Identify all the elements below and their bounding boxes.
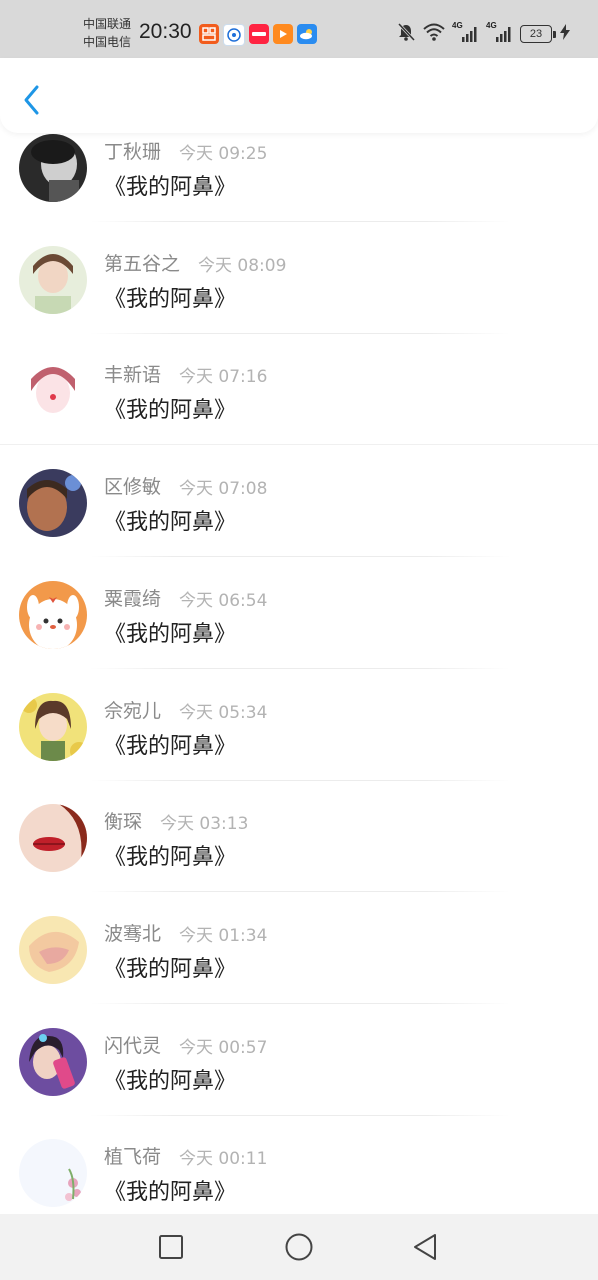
message-time: 今天 07:16 [179,367,268,388]
header-bar [0,58,598,133]
back-nav-button[interactable] [408,1230,442,1264]
avatar[interactable] [19,1139,87,1208]
video-icon [273,24,293,44]
charging-icon [560,24,570,44]
message-list[interactable]: 丁秋珊 今天 09:25 《我的阿鼻》 第五谷之 今天 08:09 《我的阿鼻》 [0,133,598,1214]
divider [90,1002,510,1004]
carrier-info: 中国联通 中国电信 [83,15,131,51]
list-item[interactable]: 丰新语 今天 07:16 《我的阿鼻》 [0,356,598,468]
system-status-icons: 4G 4G 23 [396,21,570,46]
message-text: 《我的阿鼻》 [104,510,237,536]
sender-name: 衡琛 [104,811,143,834]
divider [90,332,510,334]
avatar[interactable] [19,357,87,426]
home-button[interactable] [282,1230,316,1264]
message-time: 今天 05:34 [179,702,268,723]
signal-1-icon: 4G [452,21,480,44]
avatar[interactable] [19,804,87,873]
message-time: 今天 06:54 [179,590,268,611]
avatar[interactable] [19,1027,87,1096]
divider [90,556,510,558]
sender-name: 粟霞绮 [104,587,162,610]
list-item[interactable]: 佘宛儿 今天 05:34 《我的阿鼻》 [0,692,598,804]
avatar[interactable] [19,580,87,649]
message-time: 今天 03:13 [160,814,249,835]
message-time: 今天 07:08 [179,479,268,500]
list-item[interactable]: 衡琛 今天 03:13 《我的阿鼻》 [0,803,598,915]
list-item[interactable]: 丁秋珊 今天 09:25 《我的阿鼻》 [0,133,598,245]
chevron-left-icon [24,85,39,115]
message-time: 今天 09:25 [179,144,268,164]
avatar[interactable] [19,469,87,538]
avatar[interactable] [19,915,87,984]
circle-icon [285,1233,313,1261]
message-text: 《我的阿鼻》 [104,175,237,200]
sender-name: 丁秋珊 [104,141,162,163]
message-time: 今天 08:09 [198,255,287,276]
list-item[interactable]: 区修敏 今天 07:08 《我的阿鼻》 [0,468,598,580]
carrier-2: 中国电信 [83,35,132,49]
xiaohongshu-icon [249,24,269,44]
divider [90,779,510,781]
status-time: 20:30 [139,20,192,43]
list-item[interactable]: 第五谷之 今天 08:09 《我的阿鼻》 [0,245,598,357]
message-text: 《我的阿鼻》 [104,956,237,982]
wifi-icon [422,22,446,46]
mute-bell-icon [396,22,416,46]
triangle-back-icon [414,1234,436,1260]
message-text: 《我的阿鼻》 [104,845,237,871]
divider [90,667,510,669]
avatar[interactable] [19,692,87,761]
message-text: 《我的阿鼻》 [104,398,237,424]
message-text: 《我的阿鼻》 [104,1180,237,1206]
square-icon [159,1235,183,1259]
list-item[interactable]: 波骞北 今天 01:34 《我的阿鼻》 [0,915,598,1027]
message-text: 《我的阿鼻》 [104,1068,237,1094]
taobao-icon [199,24,219,44]
recent-apps-button[interactable] [154,1230,188,1264]
signal-2-icon: 4G [486,21,514,44]
battery-level: 23 [529,28,543,40]
divider [0,444,598,446]
message-time: 今天 00:57 [179,1037,268,1058]
back-button[interactable] [14,80,50,120]
iflytek-icon [223,24,245,46]
message-time: 今天 00:11 [179,1149,268,1170]
message-text: 《我的阿鼻》 [104,286,237,312]
message-time: 今天 01:34 [179,925,268,946]
list-item[interactable]: 植飞荷 今天 00:11 《我的阿鼻》 [0,1138,598,1214]
sender-name: 波骞北 [104,922,162,945]
sender-name: 植飞荷 [104,1146,162,1169]
battery-icon: 23 [520,25,556,43]
avatar[interactable] [19,134,87,202]
divider [90,1114,510,1116]
divider [90,891,510,893]
sender-name: 闪代灵 [104,1034,162,1057]
message-text: 《我的阿鼻》 [104,733,237,759]
system-navigation-bar [0,1214,598,1280]
avatar[interactable] [19,245,87,314]
divider [90,221,510,222]
sender-name: 丰新语 [104,364,162,387]
list-item[interactable]: 闪代灵 今天 00:57 《我的阿鼻》 [0,1027,598,1139]
message-text: 《我的阿鼻》 [104,621,237,647]
list-item[interactable]: 粟霞绮 今天 06:54 《我的阿鼻》 [0,580,598,692]
notification-app-icons [199,24,317,46]
weather-icon [297,24,317,44]
status-bar: 中国联通 中国电信 20:30 4G 4G 23 [0,0,598,58]
sender-name: 区修敏 [104,476,162,499]
carrier-1: 中国联通 [83,17,132,31]
sender-name: 第五谷之 [104,252,181,275]
sender-name: 佘宛儿 [104,699,162,722]
